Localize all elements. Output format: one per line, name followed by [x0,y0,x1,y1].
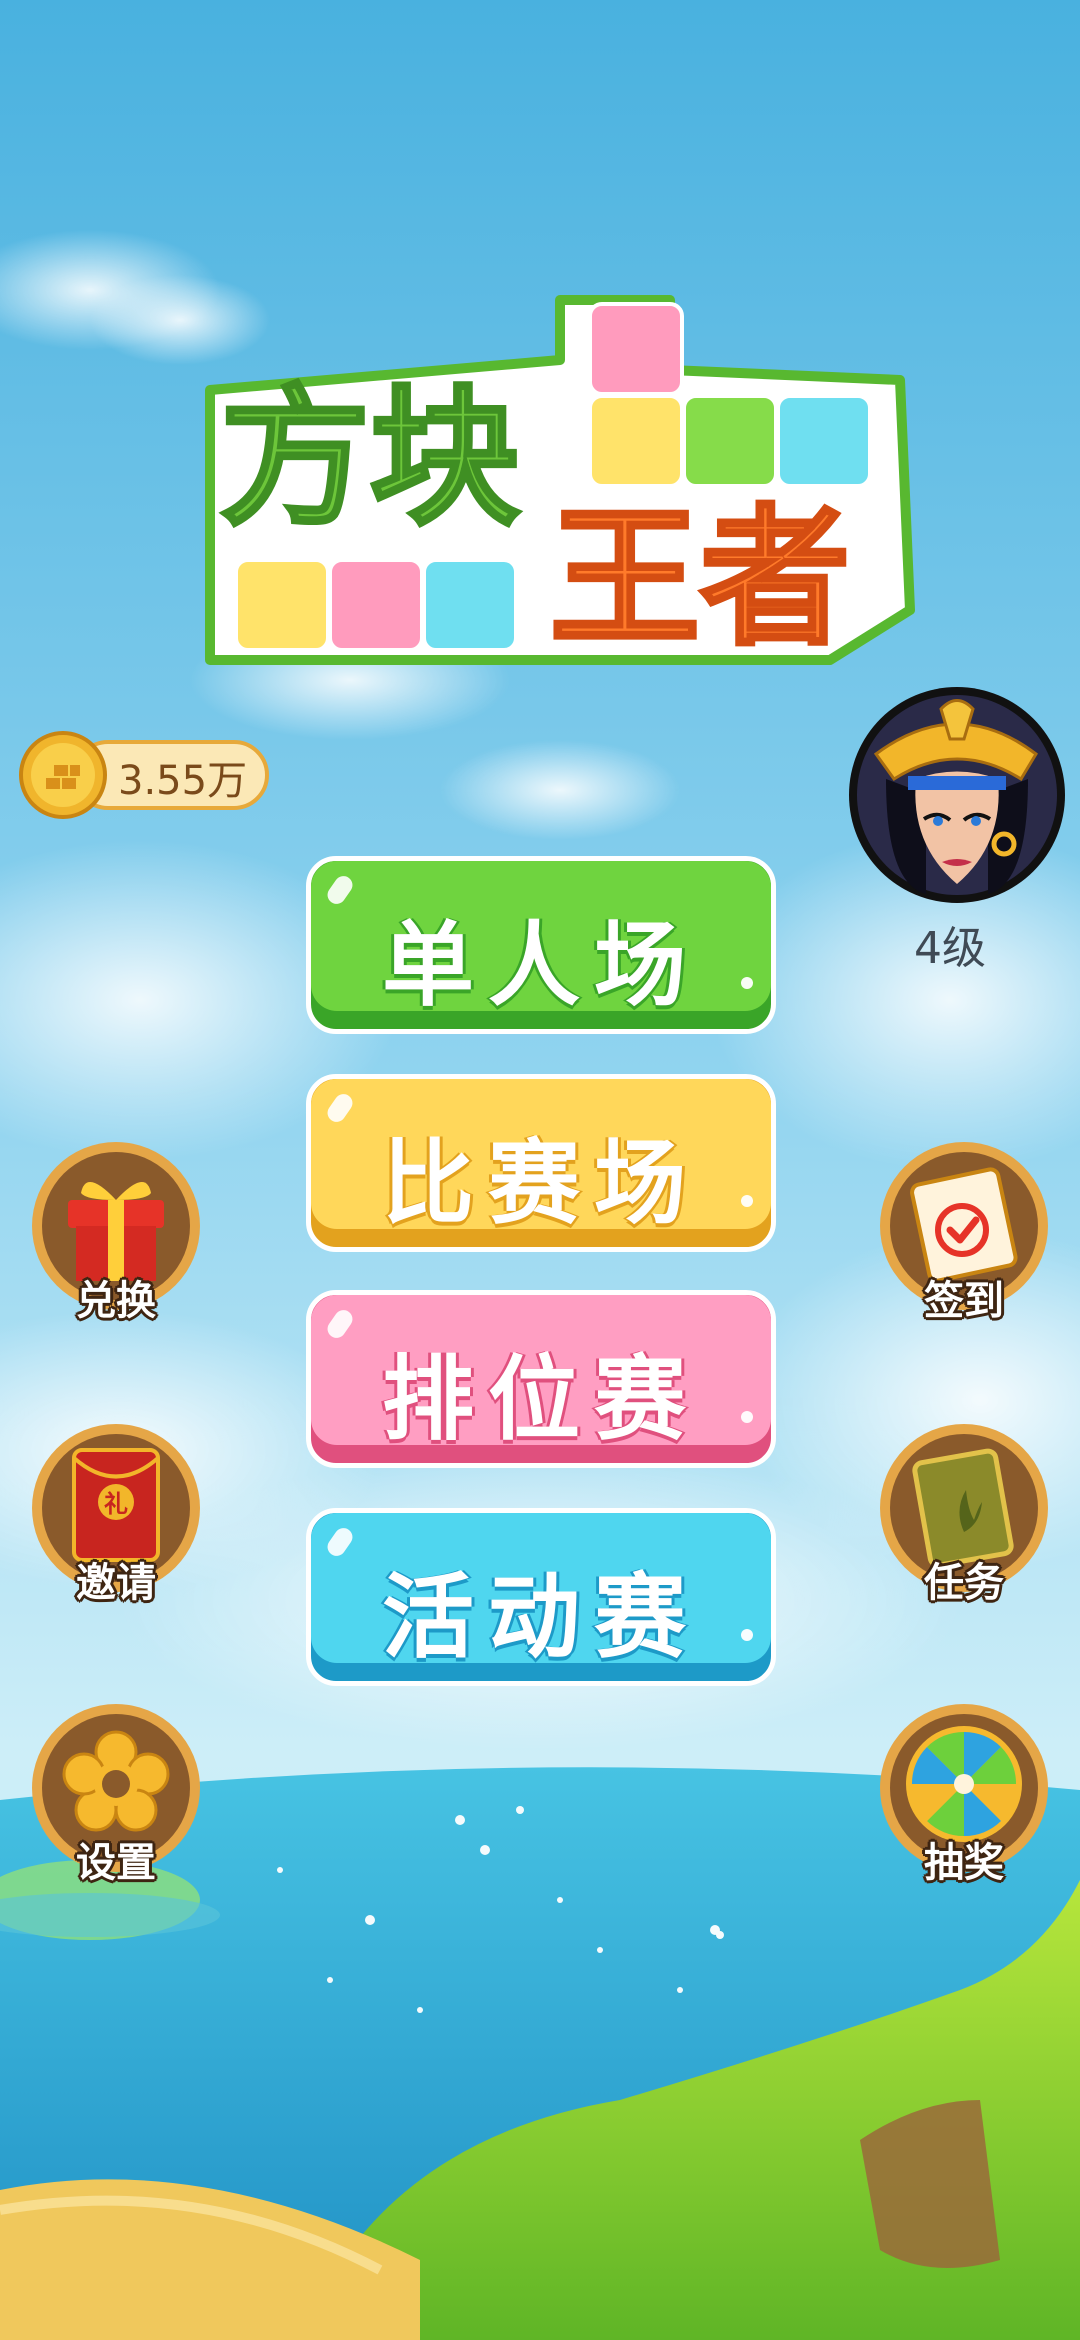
single-player-mode-label: 单人场 [381,912,700,1019]
exchange-label: 兑换 [76,1278,156,1324]
match-mode-button[interactable]: 比赛场 [306,1074,776,1252]
single-player-mode-button[interactable]: 单人场 [306,856,776,1034]
coin-amount: 3.55万 [118,758,248,804]
logo-title-line2: 王者 [550,492,850,666]
match-mode-label: 比赛场 [381,1130,700,1237]
coin-balance-badge[interactable]: 3.55万 [18,730,274,820]
event-mode-label: 活动赛 [381,1564,700,1671]
player-level: 4级 [914,923,986,974]
lottery-button[interactable]: 抽奖 [874,1700,1054,1890]
check-in-label: 签到 [924,1278,1004,1324]
tasks-label: 任务 [924,1560,1004,1606]
ranked-mode-button[interactable]: 排位赛 [306,1290,776,1468]
player-avatar[interactable] [846,684,1068,906]
settings-button[interactable]: 设置 [26,1700,206,1890]
check-in-button[interactable]: 签到 [874,1138,1054,1328]
invite-button[interactable]: 礼 邀请 [26,1420,206,1610]
exchange-button[interactable]: 兑换 [26,1138,206,1328]
settings-label: 设置 [76,1840,156,1886]
tasks-button[interactable]: 任务 [874,1420,1054,1610]
ranked-mode-label: 排位赛 [381,1346,700,1453]
svg-text:礼: 礼 [104,1490,128,1518]
lottery-label: 抽奖 [924,1840,1004,1886]
game-logo: 方块 王者 [205,295,915,668]
invite-label: 邀请 [76,1560,156,1606]
event-mode-button[interactable]: 活动赛 [306,1508,776,1686]
gold-coin-icon [19,731,107,819]
logo-title-line1: 方块 [220,372,520,546]
